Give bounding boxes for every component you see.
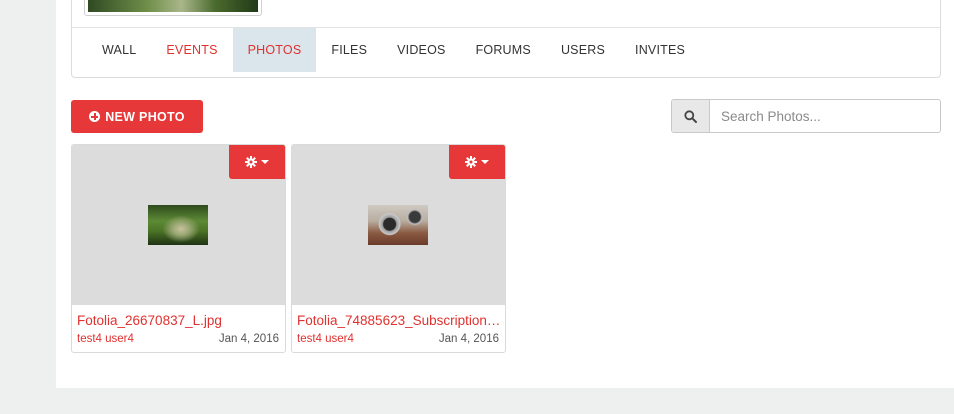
photo-title[interactable]: Fotolia_26670837_L.jpg [77,313,281,328]
photo-search [671,99,941,133]
search-input[interactable] [710,100,940,132]
tab-wall[interactable]: WALL [72,28,151,72]
group-header-card: WALL EVENTS PHOTOS FILES VIDEOS FORUMS U… [71,0,941,78]
gear-icon [465,156,477,168]
tab-files[interactable]: FILES [316,28,382,72]
group-cover-thumbnail[interactable] [84,0,262,16]
tab-forums[interactable]: FORUMS [461,28,546,72]
photo-card[interactable]: Fotolia_74885623_Subscription_Monthly_M.… [291,144,506,353]
plus-circle-icon [89,111,101,122]
photo-card[interactable]: Fotolia_26670837_L.jpg test4 user4 Jan 4… [71,144,286,353]
search-button[interactable] [672,100,710,132]
group-tabs: WALL EVENTS PHOTOS FILES VIDEOS FORUMS U… [72,27,940,72]
new-photo-label: NEW PHOTO [105,109,185,124]
chevron-down-icon [481,160,489,164]
tab-videos[interactable]: VIDEOS [382,28,460,72]
tab-users[interactable]: USERS [546,28,620,72]
photo-thumbnail[interactable] [368,205,428,245]
tab-events[interactable]: EVENTS [151,28,232,72]
search-icon [684,109,697,123]
photo-title[interactable]: Fotolia_74885623_Subscription_Monthly_M.… [297,313,501,328]
gear-icon [245,156,257,168]
tab-invites[interactable]: INVITES [620,28,700,72]
photo-date: Jan 4, 2016 [438,333,499,345]
photo-owner[interactable]: test4 user4 [77,333,134,345]
main-content: WALL EVENTS PHOTOS FILES VIDEOS FORUMS U… [56,0,954,388]
photo-options-button[interactable] [229,145,285,179]
photo-options-button[interactable] [449,145,505,179]
new-photo-button[interactable]: NEW PHOTO [71,100,203,133]
tab-photos[interactable]: PHOTOS [232,28,317,72]
chevron-down-icon [261,160,269,164]
photo-date: Jan 4, 2016 [218,333,279,345]
photo-owner[interactable]: test4 user4 [297,333,354,345]
group-cover-image [88,0,258,12]
photo-thumbnail[interactable] [148,205,208,245]
